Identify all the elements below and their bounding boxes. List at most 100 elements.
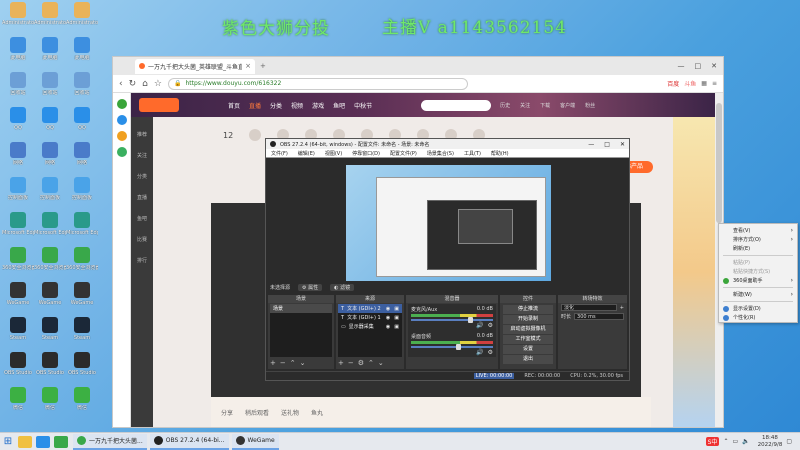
properties-button[interactable]: ⚙ 属性 [298, 284, 323, 291]
up-icon[interactable]: ⌃ [290, 359, 296, 367]
desktop-icon[interactable]: 控制面板 [2, 177, 34, 211]
douyu-nav-item[interactable]: 中秋节 [354, 101, 372, 110]
chevron-up-icon[interactable]: ⌃ [723, 438, 728, 445]
remove-icon[interactable]: − [348, 359, 354, 367]
filters-button[interactable]: ◐ 滤镜 [330, 284, 355, 291]
context-menu-item[interactable]: 个性化(R) [719, 313, 797, 322]
source-row[interactable]: ▭ 显示器采集 ◉ ▣ [338, 322, 402, 331]
douyu-logo[interactable] [139, 98, 179, 112]
taskbar-task[interactable]: WeGame [231, 433, 279, 450]
network-icon[interactable]: ▭ [732, 438, 738, 445]
context-menu-item[interactable]: 新建(W) › [719, 290, 797, 299]
player-bottom-item[interactable]: 送礼物 [281, 408, 299, 417]
browser-360-icon[interactable] [54, 435, 68, 448]
obs-preview[interactable] [346, 165, 551, 281]
obs-menu-item[interactable]: 帮助(H) [491, 150, 509, 157]
desktop-icon[interactable]: Steam [2, 317, 34, 351]
desktop-icon[interactable]: 360安全浏览器 [34, 247, 66, 281]
desktop-icon[interactable]: Microsoft Edge [66, 212, 98, 246]
control-button[interactable]: 停止推流 [503, 305, 553, 314]
browser-tab[interactable]: 一万九千把大头菌_英雄联盟_斗鱼直播 × [135, 58, 255, 74]
desktop-icon[interactable]: WeGame [34, 282, 66, 316]
right-ad-banner[interactable] [673, 117, 715, 427]
context-menu-item[interactable]: 刷新(E) [719, 244, 797, 253]
source-row[interactable]: T 文本 (GDI+) 1 ◉ ▣ [338, 313, 402, 322]
transition-select[interactable]: 淡化 [561, 304, 617, 311]
lock-icon[interactable]: ▣ [394, 324, 399, 330]
file-explorer-icon[interactable] [18, 435, 32, 448]
desktop-icon[interactable]: Administrator [2, 2, 34, 36]
douyu-header-item[interactable]: 关注 [520, 102, 530, 109]
taskbar-task[interactable]: OBS 27.2.4 (64-bi... [149, 433, 229, 450]
clock[interactable]: 18:48 2022/9/8 [758, 435, 783, 449]
volume-slider-knob[interactable] [468, 317, 474, 323]
volume-slider-knob[interactable] [456, 344, 462, 350]
eye-icon[interactable]: ◉ [386, 324, 390, 330]
desktop-icon[interactable]: Steam [66, 317, 98, 351]
gear-icon[interactable]: ⚙ [488, 322, 493, 329]
scene-item[interactable]: 场景 [270, 304, 332, 313]
desktop-icon[interactable]: Microsoft Edge [34, 212, 66, 246]
control-button[interactable]: 退出 [503, 355, 553, 364]
context-menu-item[interactable]: 排序方式(O) › [719, 235, 797, 244]
douyu-rail-item[interactable]: 排行 [131, 257, 153, 264]
desktop-icon[interactable]: OBS Studio [66, 352, 98, 386]
desktop-icon[interactable]: 控制面板 [34, 177, 66, 211]
desktop-icon[interactable]: 网络 [2, 142, 34, 176]
desktop-icon[interactable]: 微信 [34, 387, 66, 421]
douyu-header-item[interactable]: 客户端 [560, 102, 575, 109]
eye-icon[interactable]: ◉ [386, 306, 390, 312]
down-icon[interactable]: ⌄ [300, 359, 306, 367]
douyu-nav-item[interactable]: 视频 [291, 101, 303, 110]
url-bar[interactable]: 🔒 https://www.douyu.com/616322 [167, 77, 468, 90]
volume-slider[interactable] [411, 344, 493, 350]
context-menu-item[interactable]: 360桌面助手 › [719, 276, 797, 285]
control-button[interactable]: 启动虚拟摄像机 [503, 325, 553, 334]
obs-menu-item[interactable]: 工具(T) [464, 150, 481, 157]
eye-icon[interactable]: ◉ [386, 315, 390, 321]
desktop-icon[interactable]: Administrator [34, 2, 66, 36]
home-icon[interactable]: ⌂ [142, 79, 148, 89]
close-icon[interactable]: ✕ [711, 62, 717, 70]
ime-indicator[interactable]: S中 [705, 437, 720, 446]
grid-icon[interactable]: ▦ [701, 80, 707, 87]
scrollbar-thumb[interactable] [716, 103, 722, 223]
douyu-nav-item[interactable]: 鱼吧 [333, 101, 345, 110]
speaker-icon[interactable]: 🔊 [476, 322, 483, 329]
desktop-icon[interactable]: 此电脑 [2, 37, 34, 71]
obs-menu-item[interactable]: 文件(F) [271, 150, 288, 157]
volume-slider[interactable] [411, 317, 493, 323]
gift-icon[interactable] [249, 129, 262, 141]
desktop-icon[interactable]: 网络 [34, 142, 66, 176]
desktop-icon[interactable]: WeGame [66, 282, 98, 316]
desktop-icon[interactable]: 微信 [66, 387, 98, 421]
notification-icon[interactable]: ▢ [786, 438, 792, 445]
add-icon[interactable]: + [270, 359, 276, 367]
desktop-icon[interactable]: 控制面板 [66, 177, 98, 211]
sidebar-blue-icon[interactable] [116, 115, 127, 125]
desktop-icon[interactable]: QQ [2, 107, 34, 141]
douyu-rail-item[interactable]: 分类 [131, 173, 153, 180]
minimize-icon[interactable]: — [678, 62, 685, 70]
desktop-icon[interactable]: OBS Studio [2, 352, 34, 386]
player-bottom-item[interactable]: 鱼丸 [311, 408, 323, 417]
obs-minimize-icon[interactable]: — [588, 141, 594, 148]
douyu-nav-item[interactable]: 分类 [270, 101, 282, 110]
add-icon[interactable]: + [620, 305, 624, 311]
desktop-icon[interactable]: 回收站 [2, 72, 34, 106]
remove-icon[interactable]: − [280, 359, 286, 367]
extension-label-baidu[interactable]: 百度 [667, 79, 679, 88]
desktop-icon[interactable]: 网络 [66, 142, 98, 176]
maximize-icon[interactable]: □ [695, 62, 702, 70]
sidebar-360-icon[interactable] [116, 99, 127, 109]
down-icon[interactable]: ⌄ [378, 359, 384, 367]
star-icon[interactable]: ☆ [154, 79, 162, 89]
desktop-icon[interactable]: 回收站 [34, 72, 66, 106]
control-button[interactable]: 设置 [503, 345, 553, 354]
douyu-header-item[interactable]: 粉丝 [585, 102, 595, 109]
refresh-icon[interactable]: ↻ [129, 79, 137, 89]
obs-menu-item[interactable]: 视图(V) [325, 150, 342, 157]
desktop-icon[interactable]: 此电脑 [34, 37, 66, 71]
up-icon[interactable]: ⌃ [368, 359, 374, 367]
context-menu-item[interactable]: 查看(V) › [719, 226, 797, 235]
